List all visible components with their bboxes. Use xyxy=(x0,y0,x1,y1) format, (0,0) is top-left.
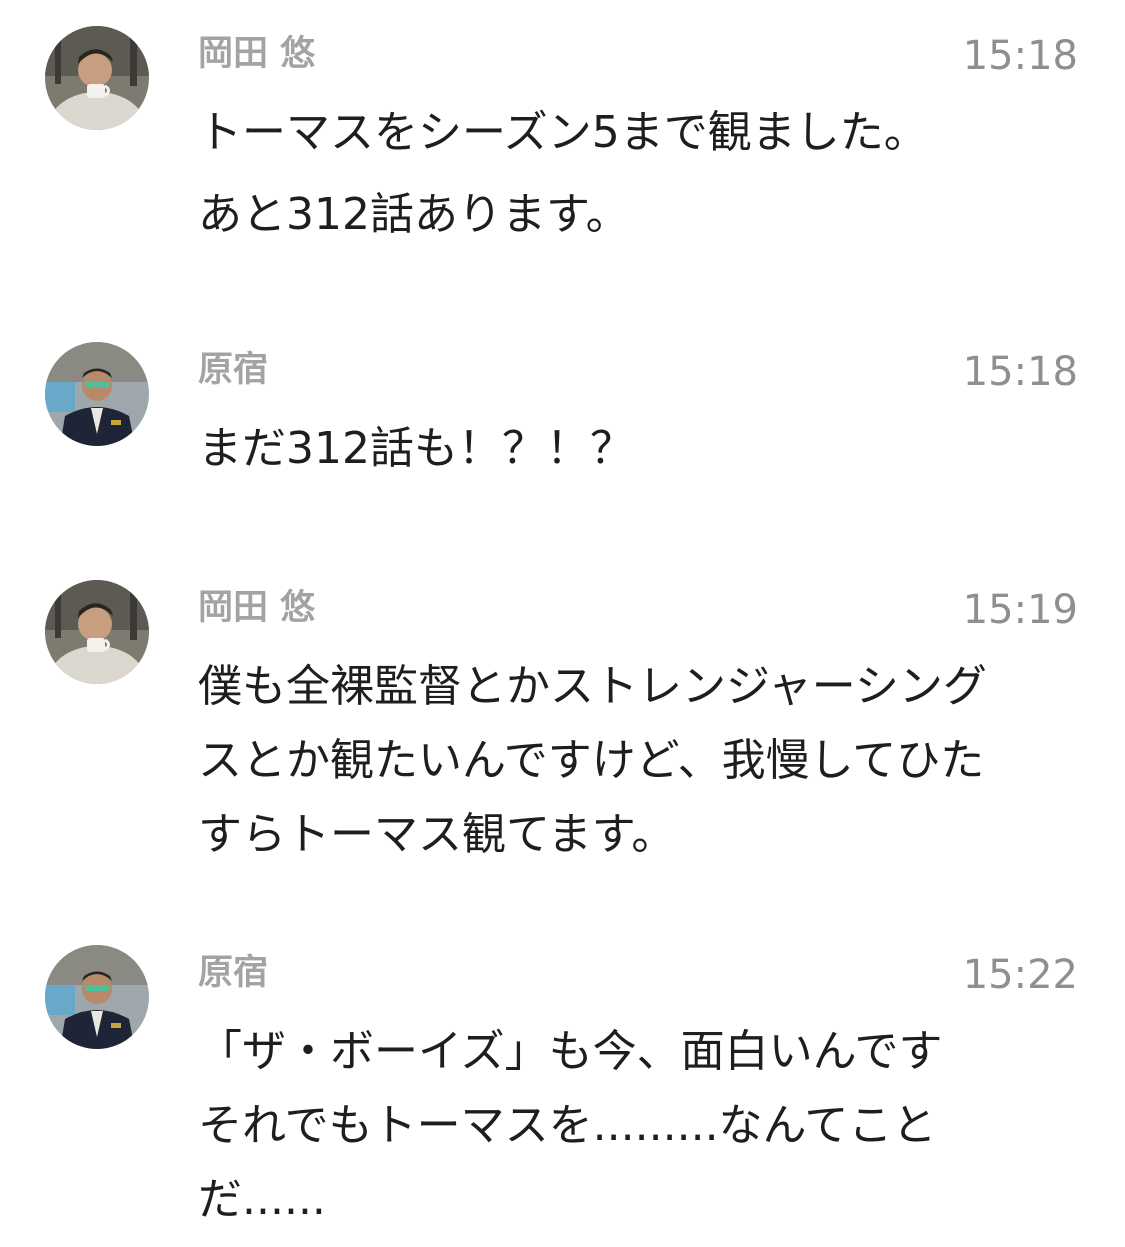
message-line: 僕も全裸監督とかストレンジャーシング xyxy=(198,661,987,712)
message-line: あと312話あります。 xyxy=(198,189,630,240)
message-text: 僕も全裸監督とかストレンジャーシング スとか観たいんですけど、我慢してひた すら… xyxy=(198,650,1078,872)
sender-name: 岡田 悠 xyxy=(198,34,316,74)
message-line: だ...... xyxy=(198,1174,326,1225)
message-timestamp: 15:19 xyxy=(962,587,1078,633)
person-with-cup-avatar-icon xyxy=(45,580,149,684)
message-text: まだ312話も！？！？ xyxy=(198,412,1078,486)
avatar[interactable] xyxy=(45,580,149,684)
message-item: 原宿 15:18 まだ312話も！？！？ xyxy=(0,342,1125,482)
message-timestamp: 15:18 xyxy=(962,349,1078,395)
message-item: 岡田 悠 15:18 トーマスをシーズン5まで観ました。 あと312話あります。 xyxy=(0,26,1125,240)
person-with-cup-avatar-icon xyxy=(45,26,149,130)
person-in-uniform-avatar-icon xyxy=(45,342,149,446)
message-line: 「ザ・ボーイズ」も今、面白いんです xyxy=(198,1026,943,1077)
message-timestamp: 15:22 xyxy=(962,952,1078,998)
message-line: すらトーマス観てます。 xyxy=(198,809,676,860)
message-text: 「ザ・ボーイズ」も今、面白いんです それでもトーマスを.........なんてこ… xyxy=(198,1015,1078,1237)
sender-name: 岡田 悠 xyxy=(198,588,316,628)
message-text: トーマスをシーズン5まで観ました。 あと312話あります。 xyxy=(198,96,1078,252)
avatar[interactable] xyxy=(45,945,149,1049)
message-line: それでもトーマスを.........なんてこと xyxy=(198,1100,937,1151)
avatar[interactable] xyxy=(45,342,149,446)
message-item: 原宿 15:22 「ザ・ボーイズ」も今、面白いんです それでもトーマスを....… xyxy=(0,945,1125,1235)
avatar[interactable] xyxy=(45,26,149,130)
message-line: トーマスをシーズン5まで観ました。 xyxy=(198,107,928,158)
sender-name: 原宿 xyxy=(198,953,269,993)
message-line: まだ312話も！？！？ xyxy=(198,423,634,474)
message-item: 岡田 悠 15:19 僕も全裸監督とかストレンジャーシング スとか観たいんですけ… xyxy=(0,580,1125,860)
person-in-uniform-avatar-icon xyxy=(45,945,149,1049)
message-line: スとか観たいんですけど、我慢してひた xyxy=(198,735,985,786)
message-timestamp: 15:18 xyxy=(962,33,1078,79)
sender-name: 原宿 xyxy=(198,350,269,390)
